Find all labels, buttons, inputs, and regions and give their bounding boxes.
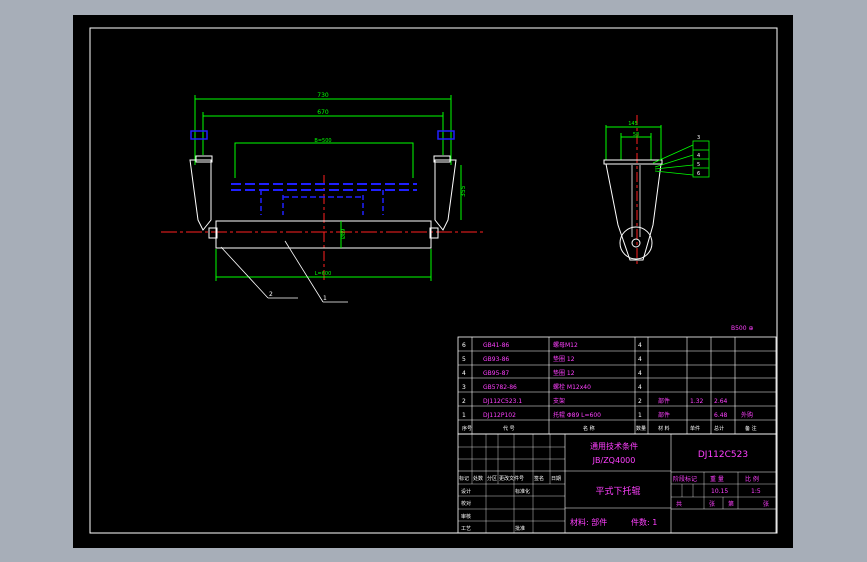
row1-no: 1 [462, 412, 466, 419]
standard-line1: 通用技术条件 [590, 441, 638, 451]
sign-check: 校对 [461, 500, 471, 507]
dim-side-inner: 58 [633, 132, 639, 138]
row2-no: 2 [462, 398, 466, 405]
row2-qty: 2 [638, 398, 642, 405]
leader-label-2: 2 [269, 291, 273, 298]
sign-review: 审核 [461, 513, 471, 520]
belt-width-bracket [234, 142, 414, 178]
dim-side-width: 145 [628, 121, 638, 127]
drawing-number: DJ112C523 [698, 450, 748, 460]
corner-note: B500 ⊕ [731, 325, 754, 332]
weight-value: 10.15 [711, 488, 728, 495]
row1-code: DJ112P102 [483, 412, 516, 419]
hdr-qty: 数量 [636, 425, 646, 432]
hdr-name: 名 称 [583, 425, 595, 432]
balloon-6: 6 [697, 171, 700, 177]
row4-qty: 4 [638, 370, 642, 377]
standard-line2: JB/ZQ4000 [592, 456, 636, 465]
row1-name: 托辊 Φ89 L=600 [553, 411, 601, 419]
stage-header: 阶段标记 [673, 475, 697, 483]
dim-roller-length: L=600 [315, 271, 332, 277]
hdr-w2: 总计 [714, 425, 724, 432]
hdr-no: 序号 [462, 425, 472, 432]
rev-hdr-count: 处数 [473, 475, 483, 482]
left-bracket [189, 159, 212, 231]
row4-code: GB95-87 [483, 370, 509, 377]
hdr-code: 代 号 [503, 425, 515, 432]
row6-qty: 4 [638, 342, 642, 349]
side-view: 145 58 3 4 5 6 [603, 115, 710, 265]
parts-list: 6 GB41-86 螺母M12 4 5 GB93-86 垫圈 12 4 4 GB… [457, 336, 777, 435]
row5-code: GB93-86 [483, 356, 509, 363]
row1-mat: 部件 [658, 411, 670, 419]
rev-hdr-mark: 标记 [459, 475, 469, 482]
sheet-border [89, 27, 778, 534]
leader-label-1: 1 [323, 295, 327, 302]
dim-height: 355 [460, 185, 467, 197]
balloon-3: 3 [697, 135, 700, 141]
rev-hdr-sign: 签名 [534, 475, 544, 482]
row3-qty: 4 [638, 384, 642, 391]
row5-name: 垫圈 12 [553, 355, 575, 363]
roller-circle [619, 226, 653, 260]
sheet-label: 张 [709, 500, 715, 508]
row4-no: 4 [462, 370, 466, 377]
part-name: 平式下托辊 [595, 485, 640, 497]
row6-name: 螺母M12 [553, 341, 578, 349]
row3-no: 3 [462, 384, 466, 391]
scale-value: 1:5 [751, 488, 761, 495]
rev-hdr-date: 日期 [551, 476, 561, 482]
weight-header: 重 量 [710, 475, 724, 483]
sheet-label2: 张 [763, 500, 769, 508]
row2-w2: 2.64 [714, 398, 728, 405]
right-bracket [434, 159, 457, 231]
front-view: 730 670 B=500 355 Ø89 L=600 2 1 [161, 92, 485, 303]
right-top-hanger [437, 130, 455, 140]
sign-standard: 标准化 [515, 488, 530, 495]
balloon-5: 5 [697, 162, 700, 168]
row2-code: DJ112C523.1 [483, 398, 522, 405]
left-top-hanger [190, 130, 208, 140]
scale-header: 比 例 [745, 475, 759, 483]
sign-design: 设计 [461, 488, 471, 495]
row2-name: 支架 [553, 397, 565, 405]
dim-roller-dia: Ø89 [340, 229, 347, 239]
row4-name: 垫圈 12 [553, 369, 575, 377]
hdr-mat: 材 料 [658, 425, 670, 432]
rev-hdr-doc: 更改文件号 [499, 475, 524, 482]
drawing-sheet: 730 670 B=500 355 Ø89 L=600 2 1 145 58 3… [89, 27, 778, 534]
sheet-no: 第 [728, 500, 734, 508]
cad-drawing-canvas[interactable]: 730 670 B=500 355 Ø89 L=600 2 1 145 58 3… [73, 15, 793, 548]
row1-w2: 6.48 [714, 412, 728, 419]
row2-w1: 1.32 [690, 398, 704, 405]
row1-qty: 1 [638, 412, 642, 419]
dim-overall-length: 730 [317, 92, 329, 99]
count-line: 件数: 1 [631, 517, 657, 527]
row2-mat: 部件 [658, 397, 670, 405]
row3-name: 螺栓 M12x40 [553, 383, 591, 391]
sheet-total: 共 [676, 500, 682, 508]
hdr-w1: 单件 [690, 425, 700, 432]
title-block: 标记 处数 分区 更改文件号 签名 日期 设计 标准化 校对 审核 工艺 批准 … [457, 433, 777, 534]
row1-note: 外购 [741, 411, 753, 419]
row6-code: GB41-86 [483, 342, 509, 349]
row5-qty: 4 [638, 356, 642, 363]
sign-process: 工艺 [461, 526, 471, 532]
dim-belt-width: B=500 [314, 138, 331, 144]
balloon-4: 4 [697, 153, 700, 159]
row5-no: 5 [462, 356, 466, 363]
sign-approve: 批准 [515, 525, 525, 532]
row6-no: 6 [462, 342, 466, 349]
dim-inner-span: 670 [317, 109, 329, 116]
material-line: 材料: 部件 [570, 517, 607, 527]
rev-hdr-zone: 分区 [487, 475, 497, 482]
hdr-note: 备 注 [745, 425, 757, 432]
row3-code: GB5782-86 [483, 384, 517, 391]
